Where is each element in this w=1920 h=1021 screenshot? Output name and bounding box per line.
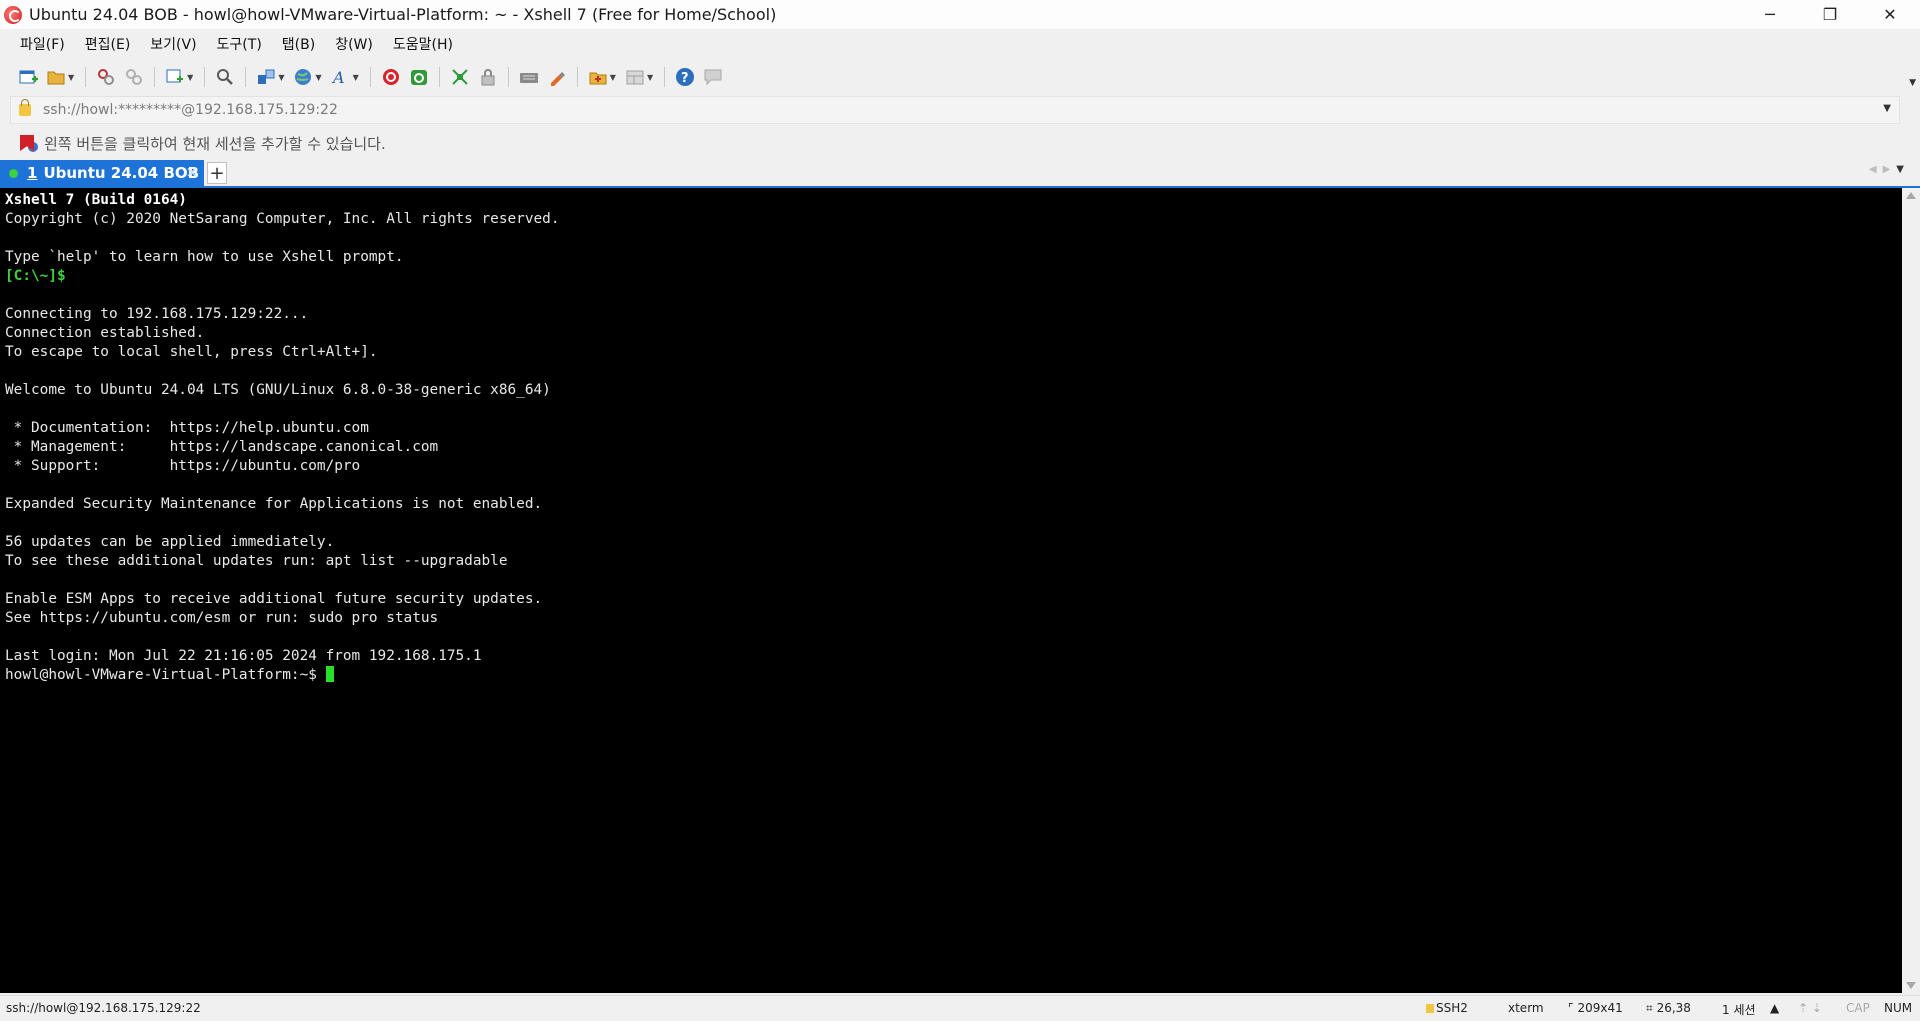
cursor-pos-icon: ⌗: [1646, 1001, 1657, 1015]
session-hint-text: 왼쪽 버튼을 클릭하여 현재 세션을 추가할 수 있습니다.: [44, 134, 386, 153]
status-terminal-type: xterm: [1508, 1001, 1544, 1015]
status-connection: ssh://howl@192.168.175.129:22: [6, 1001, 201, 1015]
session-nav-icons[interactable]: ⇡ ⇣: [1798, 1001, 1822, 1015]
globe-icon[interactable]: [292, 66, 314, 88]
tab-navigation: ◀▶▼: [1869, 164, 1910, 175]
tab-prev-icon[interactable]: ◀: [1869, 164, 1883, 175]
status-sessions[interactable]: 1 세션: [1722, 1001, 1756, 1018]
chevron-down-icon[interactable]: ▼: [610, 73, 616, 82]
address-input[interactable]: [41, 101, 1845, 119]
status-size: 209x41: [1577, 1001, 1623, 1015]
toolbar-separator: [507, 67, 509, 87]
chevron-down-icon[interactable]: ▼: [68, 73, 74, 82]
menu-tab[interactable]: 탭(B): [272, 34, 325, 54]
chat-icon[interactable]: [702, 66, 724, 88]
disconnect-icon[interactable]: [123, 66, 145, 88]
tab-bar: 1 Ubuntu 24.04 BOB × + ◀▶▼: [0, 160, 1920, 188]
status-cap: CAP: [1846, 1001, 1870, 1015]
remote-prompt: howl@howl-VMware-Virtual-Platform:~$: [5, 667, 326, 683]
chevron-down-icon[interactable]: ▼: [353, 73, 359, 82]
window-title: Ubuntu 24.04 BOB - howl@howl-VMware-Virt…: [29, 5, 777, 24]
terminal-session-output: Connecting to 192.168.175.129:22... Conn…: [5, 306, 551, 664]
menu-help[interactable]: 도움말(H): [383, 34, 463, 54]
lock-icon: [19, 99, 31, 116]
close-button[interactable]: ✕: [1860, 0, 1920, 29]
minimize-button[interactable]: ─: [1740, 0, 1800, 29]
tab-list-icon[interactable]: ▼: [1896, 164, 1910, 175]
toolbar-separator: [85, 67, 87, 87]
help-icon[interactable]: ?: [674, 66, 696, 88]
window-controls: ─ ❐ ✕: [1740, 0, 1920, 29]
bookmark-icon[interactable]: [20, 135, 34, 151]
tab-ubuntu-session[interactable]: 1 Ubuntu 24.04 BOB ×: [0, 160, 204, 186]
toolbar-overflow-icon[interactable]: ▼: [1909, 78, 1916, 88]
status-cursor-pos: 26,38: [1656, 1001, 1691, 1015]
menu-tools[interactable]: 도구(T): [207, 34, 272, 54]
chevron-down-icon[interactable]: ▼: [187, 73, 193, 82]
terminal-scrollbar[interactable]: [1902, 188, 1920, 993]
status-protocol: SSH2: [1436, 1001, 1468, 1015]
toolbar-separator: [369, 67, 371, 87]
scroll-down-icon[interactable]: [1906, 982, 1916, 989]
xftp-icon[interactable]: [408, 66, 430, 88]
session-hint-bar: 왼쪽 버튼을 클릭하여 현재 세션을 추가할 수 있습니다.: [0, 128, 1920, 158]
terminal-build-line: Xshell 7 (Build 0164): [5, 192, 187, 208]
new-session-icon[interactable]: [17, 66, 39, 88]
toolbar-separator: [204, 67, 206, 87]
toolbar-separator: [438, 67, 440, 87]
terminal-intro: Copyright (c) 2020 NetSarang Computer, I…: [5, 211, 560, 265]
terminal-view[interactable]: Xshell 7 (Build 0164) Copyright (c) 2020…: [0, 188, 1902, 993]
chevron-down-icon[interactable]: ▼: [647, 73, 653, 82]
chevron-down-icon[interactable]: ▼: [278, 73, 284, 82]
address-dropdown-icon[interactable]: ▼: [1883, 103, 1891, 114]
tab-close-icon[interactable]: ×: [185, 163, 198, 181]
chevron-down-icon[interactable]: ▼: [315, 73, 321, 82]
transfer-icon[interactable]: [255, 66, 277, 88]
fullscreen-icon[interactable]: [449, 66, 471, 88]
status-protocol-wrap: SSH2: [1426, 1001, 1468, 1015]
script-icon[interactable]: [587, 66, 609, 88]
tab-next-icon[interactable]: ▶: [1883, 164, 1897, 175]
highlight-icon[interactable]: [546, 66, 568, 88]
status-size-wrap: ⌜ 209x41: [1568, 1001, 1623, 1015]
add-tab-button[interactable]: +: [207, 162, 227, 184]
font-icon[interactable]: A: [330, 66, 352, 88]
open-folder-icon[interactable]: [45, 66, 67, 88]
sessions-up-icon[interactable]: ▲: [1770, 1001, 1779, 1015]
toolbar: ▼ ▼ ▼ ▼ A ▼ ▼ ▼ ?: [0, 59, 1920, 95]
menu-bar: 파일(F) 편집(E) 보기(V) 도구(T) 탭(B) 창(W) 도움말(H): [0, 29, 1920, 59]
reconnect-icon[interactable]: [95, 66, 117, 88]
session-status-icon: [9, 168, 18, 178]
status-bar: ssh://howl@192.168.175.129:22 SSH2 xterm…: [0, 995, 1920, 1021]
restore-button[interactable]: ❐: [1800, 0, 1860, 29]
menu-window[interactable]: 창(W): [325, 34, 383, 54]
local-prompt: [C:\~]$: [5, 268, 66, 284]
properties-icon[interactable]: [164, 66, 186, 88]
xshell-icon[interactable]: [380, 66, 402, 88]
keyboard-icon[interactable]: [518, 66, 540, 88]
status-cursor-wrap: ⌗ 26,38: [1646, 1001, 1691, 1016]
terminal-cursor: [325, 666, 334, 682]
title-bar: Ubuntu 24.04 BOB - howl@howl-VMware-Virt…: [0, 0, 1920, 29]
address-bar: ▼: [10, 96, 1900, 124]
tab-label: Ubuntu 24.04 BOB: [43, 164, 200, 182]
scroll-up-icon[interactable]: [1906, 192, 1916, 199]
toolbar-separator: [154, 67, 156, 87]
status-num: NUM: [1884, 1001, 1913, 1015]
lock-icon[interactable]: [477, 66, 499, 88]
toolbar-separator: [664, 67, 666, 87]
terminal-output: Xshell 7 (Build 0164) Copyright (c) 2020…: [0, 188, 1902, 685]
xshell-app-icon[interactable]: [4, 5, 22, 24]
find-icon[interactable]: [214, 66, 236, 88]
tab-number: 1: [27, 164, 38, 182]
menu-edit[interactable]: 편집(E): [75, 34, 141, 54]
layout-icon[interactable]: [624, 66, 646, 88]
svg-text:?: ?: [681, 71, 689, 86]
lock-icon: [1426, 1004, 1434, 1013]
svg-text:A: A: [331, 68, 345, 87]
toolbar-separator: [576, 67, 578, 87]
toolbar-separator: [245, 67, 247, 87]
menu-view[interactable]: 보기(V): [140, 34, 206, 54]
menu-file[interactable]: 파일(F): [10, 34, 75, 54]
